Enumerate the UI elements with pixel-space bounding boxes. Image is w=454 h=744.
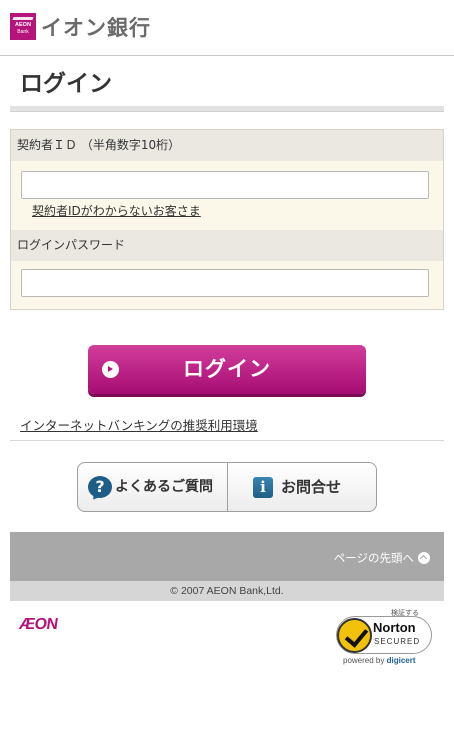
question-bubble-icon: ?: [88, 476, 112, 498]
login-button[interactable]: ログイン: [88, 345, 366, 394]
help-button-group: ? よくあるご質問 i お問合せ: [77, 462, 377, 512]
contact-button-label: お問合せ: [281, 478, 342, 496]
norton-secured-badge[interactable]: 検証する Norton SECURED powered by digicert: [333, 606, 433, 668]
footer-bar: ページの先頭へ: [10, 532, 444, 581]
logo-aeon-text: AEON: [15, 22, 31, 28]
login-button-label: ログイン: [183, 357, 271, 381]
faq-button-label: よくあるご質問: [115, 479, 213, 495]
contact-button[interactable]: i お問合せ: [228, 463, 376, 511]
forgot-id-link[interactable]: 契約者IDがわからないお客さま: [32, 202, 201, 219]
digicert-brand: digicert: [386, 656, 416, 665]
contract-id-label: 契約者ＩＤ （半角数字10桁）: [11, 130, 443, 161]
norton-brand: Norton: [373, 620, 416, 635]
powered-by-prefix: powered by: [343, 656, 385, 665]
app-header: AEON Bank イオン銀行: [0, 0, 454, 56]
bank-name: イオン銀行: [41, 16, 151, 40]
page-title: ログイン: [20, 71, 112, 97]
title-divider: [10, 106, 444, 112]
logo-bank-text: Bank: [17, 29, 29, 35]
aeon-bank-logo[interactable]: AEON Bank: [10, 13, 36, 40]
copyright: © 2007 AEON Bank,Ltd.: [10, 581, 444, 601]
chevron-up-icon: [418, 552, 430, 564]
checkmark-icon: [337, 618, 372, 653]
logo-stripe: [12, 17, 34, 20]
section-divider: [10, 440, 444, 441]
recommended-environment-link[interactable]: インターネットバンキングの推奨利用環境: [20, 415, 258, 434]
password-input[interactable]: [21, 269, 429, 297]
powered-by-text: powered by digicert: [343, 656, 416, 665]
password-label: ログインパスワード: [11, 230, 443, 261]
login-form: 契約者ＩＤ （半角数字10桁） 契約者IDがわからないお客さま ログインパスワー…: [10, 129, 444, 310]
back-to-top-label: ページの先頭へ: [333, 551, 414, 565]
contract-id-input[interactable]: [21, 171, 429, 199]
norton-secured-text: SECURED: [374, 637, 421, 646]
info-icon: i: [253, 477, 273, 498]
faq-button[interactable]: ? よくあるご質問: [78, 463, 228, 511]
aeon-footer-logo[interactable]: ÆON: [18, 616, 59, 634]
back-to-top-link[interactable]: ページの先頭へ: [334, 550, 430, 566]
